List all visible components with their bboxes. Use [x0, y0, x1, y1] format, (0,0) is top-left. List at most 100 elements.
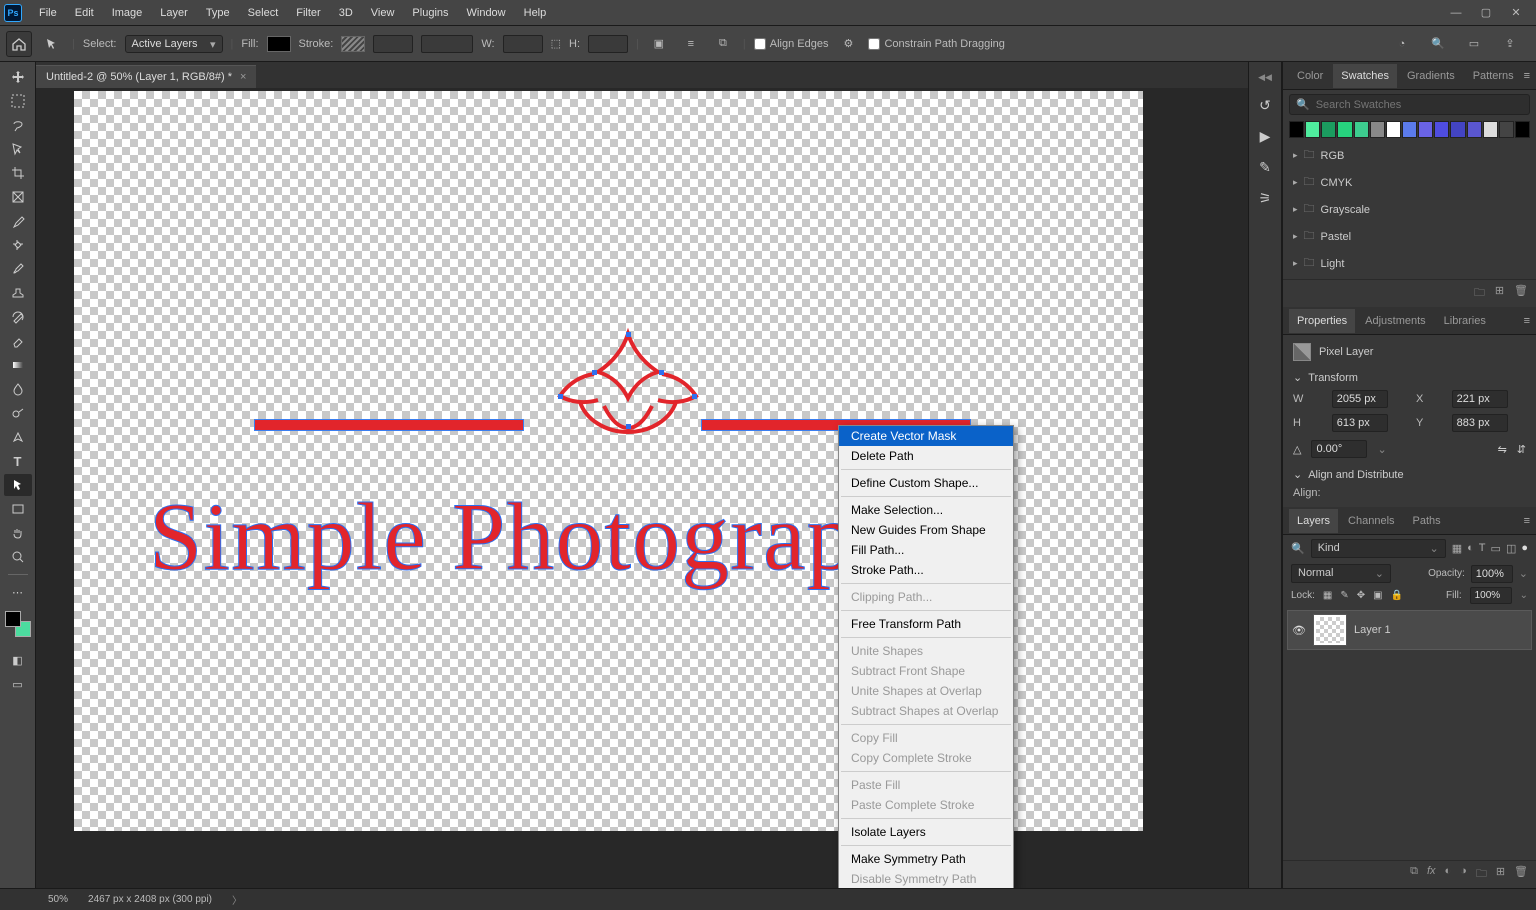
eraser-tool[interactable] [4, 330, 32, 352]
actions-panel-icon[interactable]: ▶ [1260, 128, 1271, 145]
swatch[interactable] [1515, 121, 1530, 138]
filter-toggle-icon[interactable]: ● [1521, 542, 1528, 555]
swatch[interactable] [1289, 121, 1304, 138]
eyedropper-tool[interactable] [4, 210, 32, 232]
lock-position-icon[interactable]: ✥ [1357, 590, 1365, 601]
menu-type[interactable]: Type [197, 3, 239, 23]
swatch[interactable] [1402, 121, 1417, 138]
menu-file[interactable]: File [30, 3, 66, 23]
cloud-docs-icon[interactable]: ◔ [1390, 32, 1414, 56]
opacity-field[interactable]: 100% [1471, 565, 1513, 583]
menu-window[interactable]: Window [458, 3, 515, 23]
ctx-new-guides-from-shape[interactable]: New Guides From Shape [839, 520, 1013, 540]
group-icon[interactable]: 🗀 [1476, 865, 1487, 884]
lotus-shape[interactable] [544, 324, 712, 444]
lock-pixels-icon[interactable]: ✎ [1340, 590, 1348, 601]
lock-all-icon[interactable]: 🔒 [1391, 590, 1403, 601]
fill-field[interactable]: 100% [1470, 587, 1512, 604]
selection-tool[interactable] [4, 138, 32, 160]
align-edges-checkbox[interactable]: Align Edges [754, 38, 829, 50]
path-align-icon[interactable]: ≡ [679, 32, 703, 56]
stamp-tool[interactable] [4, 282, 32, 304]
tab-channels[interactable]: Channels [1340, 509, 1402, 533]
tab-swatches[interactable]: Swatches [1333, 64, 1397, 88]
folder-icon[interactable]: 🗀 [1474, 284, 1485, 303]
collapse-chevron-icon[interactable]: ◀◀ [1258, 72, 1272, 83]
lock-transparency-icon[interactable]: ▦ [1323, 590, 1332, 601]
search-icon[interactable]: 🔍 [1426, 32, 1450, 56]
stroke-style-field[interactable] [421, 35, 473, 53]
tab-patterns[interactable]: Patterns [1465, 64, 1522, 88]
swatch-folder-cmyk[interactable]: ▸🗀CMYK [1283, 169, 1536, 196]
divider-bar-left[interactable] [254, 419, 524, 431]
panel-menu-icon[interactable]: ≡ [1524, 70, 1530, 82]
document-info[interactable]: 2467 px x 2408 px (300 ppi) [88, 894, 212, 905]
menu-3d[interactable]: 3D [330, 3, 362, 23]
swatch[interactable] [1499, 121, 1514, 138]
swatch[interactable] [1321, 121, 1336, 138]
transform-h[interactable]: 613 px [1332, 414, 1388, 432]
layer-thumbnail[interactable] [1314, 615, 1346, 645]
swatch[interactable] [1305, 121, 1320, 138]
menu-edit[interactable]: Edit [66, 3, 103, 23]
lock-artboard-icon[interactable]: ▣ [1373, 590, 1382, 601]
lasso-tool[interactable] [4, 114, 32, 136]
new-swatch-icon[interactable]: ⊞ [1495, 284, 1504, 303]
dodge-tool[interactable] [4, 402, 32, 424]
swatch[interactable] [1467, 121, 1482, 138]
brush-tool[interactable] [4, 258, 32, 280]
menu-help[interactable]: Help [515, 3, 556, 23]
ctx-isolate-layers[interactable]: Isolate Layers [839, 822, 1013, 842]
close-icon[interactable]: ✕ [1510, 7, 1522, 19]
filter-smart-icon[interactable]: ◫ [1506, 542, 1516, 555]
swatch-search[interactable]: 🔍 [1289, 94, 1530, 115]
menu-select[interactable]: Select [239, 3, 288, 23]
swatch[interactable] [1483, 121, 1498, 138]
select-dropdown[interactable]: Active Layers [125, 35, 223, 53]
gradient-tool[interactable] [4, 354, 32, 376]
healing-tool[interactable] [4, 234, 32, 256]
shape-tool[interactable] [4, 498, 32, 520]
path-selection-tool-icon[interactable] [40, 32, 64, 56]
menu-view[interactable]: View [362, 3, 404, 23]
crop-tool[interactable] [4, 162, 32, 184]
tab-properties[interactable]: Properties [1289, 309, 1355, 333]
quick-mask-icon[interactable]: ◧ [4, 649, 32, 671]
ctx-make-selection-[interactable]: Make Selection... [839, 500, 1013, 520]
transform-w[interactable]: 2055 px [1332, 390, 1388, 408]
ctx-free-transform-path[interactable]: Free Transform Path [839, 614, 1013, 634]
color-swatches[interactable] [5, 611, 31, 637]
transform-section[interactable]: ⌄Transform [1293, 371, 1526, 384]
home-button[interactable] [6, 31, 32, 57]
maximize-icon[interactable]: ▢ [1480, 7, 1492, 19]
brushes-panel-icon[interactable]: ✎ [1259, 159, 1271, 176]
blend-mode-dropdown[interactable]: Normal⌄ [1291, 564, 1391, 583]
delete-swatch-icon[interactable]: 🗑 [1514, 284, 1528, 303]
pen-tool[interactable] [4, 426, 32, 448]
tab-layers[interactable]: Layers [1289, 509, 1338, 533]
filter-type-icon[interactable]: T [1479, 542, 1486, 555]
mask-icon[interactable]: ◐ [1445, 865, 1452, 884]
swatch[interactable] [1450, 121, 1465, 138]
close-tab-icon[interactable]: × [240, 71, 246, 83]
menu-image[interactable]: Image [103, 3, 152, 23]
adjustment-icon[interactable]: ◑ [1460, 865, 1467, 884]
menu-plugins[interactable]: Plugins [403, 3, 457, 23]
width-field[interactable] [503, 35, 543, 53]
transform-x[interactable]: 221 px [1452, 390, 1508, 408]
zoom-level[interactable]: 50% [48, 894, 68, 905]
tab-libraries[interactable]: Libraries [1436, 309, 1494, 333]
filter-shape-icon[interactable]: ▭ [1491, 542, 1501, 555]
constrain-checkbox[interactable]: Constrain Path Dragging [868, 38, 1004, 50]
stroke-width-field[interactable] [373, 35, 413, 53]
filter-adjust-icon[interactable]: ◐ [1467, 542, 1474, 555]
ctx-create-vector-mask[interactable]: Create Vector Mask [839, 426, 1013, 446]
logo-text[interactable]: Simple Photography [149, 481, 954, 592]
document-tab[interactable]: Untitled-2 @ 50% (Layer 1, RGB/8#) *× [36, 65, 256, 88]
swatch[interactable] [1434, 121, 1449, 138]
swatch[interactable] [1370, 121, 1385, 138]
swatch[interactable] [1354, 121, 1369, 138]
flip-h-icon[interactable]: ⇋ [1498, 443, 1507, 456]
align-section[interactable]: ⌄Align and Distribute [1293, 468, 1526, 481]
brush-settings-panel-icon[interactable]: ⚞ [1259, 190, 1272, 207]
